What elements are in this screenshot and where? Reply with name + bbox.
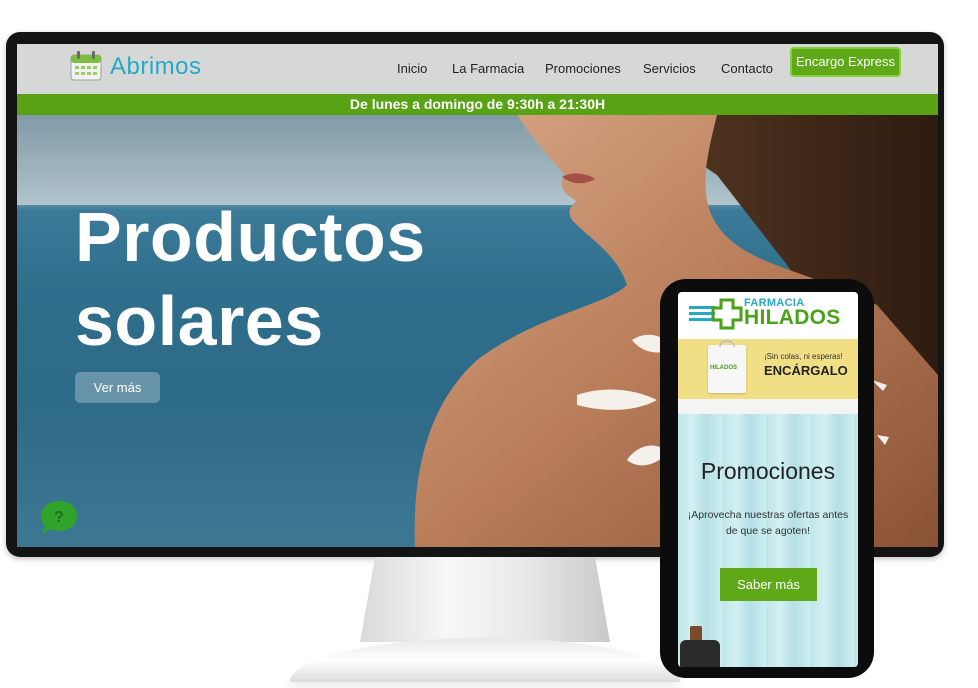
mobile-promo-section: Promociones ¡Aprovecha nuestras ofertas … <box>678 414 858 667</box>
opening-hours-bar: De lunes a domingo de 9:30h a 21:30H <box>17 94 938 115</box>
encargo-express-button[interactable]: Encargo Express <box>790 47 901 77</box>
bag-handle <box>719 340 735 348</box>
nav-promociones[interactable]: Promociones <box>545 61 621 76</box>
banner-encargalo: ENCÁRGALO <box>764 363 848 378</box>
chat-help-icon[interactable]: ? <box>39 499 79 537</box>
hero-title: Productos solares <box>75 195 426 363</box>
site-header: Abrimos Inicio La Farmacia Promociones S… <box>17 44 938 94</box>
mobile-brand[interactable]: HILADOS <box>744 306 841 330</box>
nav-servicios[interactable]: Servicios <box>643 61 696 76</box>
logo-text[interactable]: Abrimos <box>110 53 202 81</box>
pharmacy-cross-logo[interactable] <box>689 298 743 330</box>
mobile-header: FARMACIA HILADOS <box>678 292 858 339</box>
hero-title-line2: solares <box>75 282 324 360</box>
monitor-stand-neck <box>360 557 610 642</box>
saber-mas-button[interactable]: Saber más <box>720 568 817 601</box>
hero-title-line1: Productos <box>75 198 426 276</box>
mobile-divider <box>678 399 858 414</box>
mobile-screen: FARMACIA HILADOS HILADOS ¡Sin colas, ni … <box>678 292 858 667</box>
ver-mas-button[interactable]: Ver más <box>75 372 160 403</box>
nav-inicio[interactable]: Inicio <box>397 61 427 76</box>
nav-contacto[interactable]: Contacto <box>721 61 773 76</box>
monitor-stand-base <box>290 638 680 682</box>
promo-title: Promociones <box>700 458 836 484</box>
product-bottle <box>680 640 720 667</box>
banner-tagline: ¡Sin colas, ni esperas! <box>764 352 843 361</box>
bag-brand-text: HILADOS <box>710 365 737 371</box>
calendar-icon[interactable] <box>69 50 103 82</box>
promo-text: ¡Aprovecha nuestras ofertas antes de que… <box>687 509 849 537</box>
nav-la-farmacia[interactable]: La Farmacia <box>452 61 524 76</box>
shopping-bag: HILADOS <box>708 340 746 393</box>
mobile-encargalo-banner[interactable]: HILADOS ¡Sin colas, ni esperas! ENCÁRGAL… <box>678 339 858 399</box>
svg-text:?: ? <box>54 509 64 526</box>
